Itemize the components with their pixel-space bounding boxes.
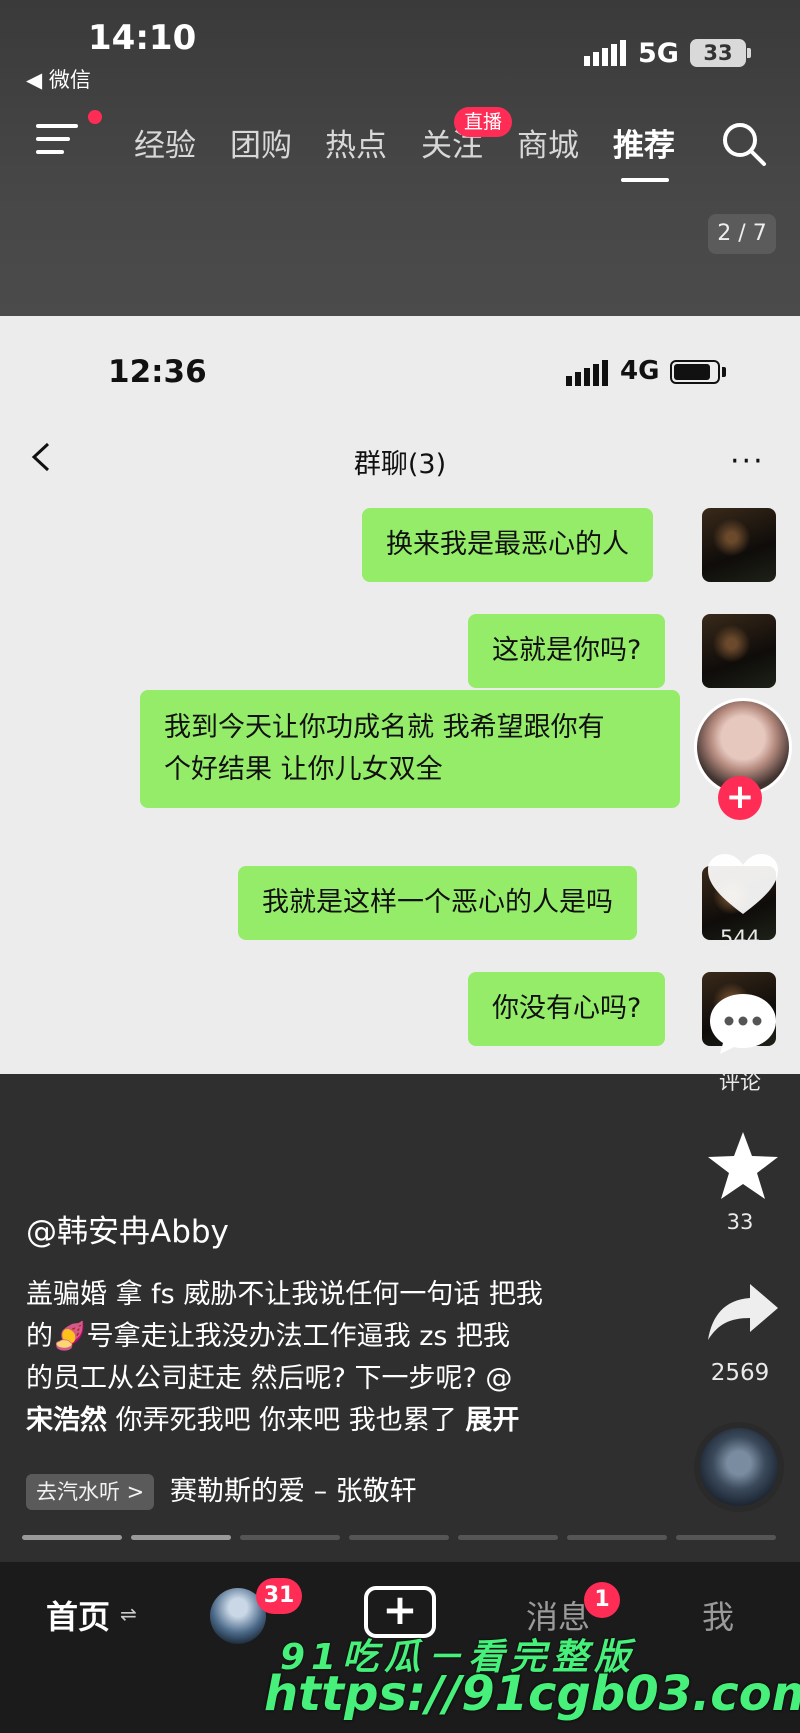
chat-screenshot: 12:36 4G 群聊(3) ··· 换来我是最恶心的人 这就是你吗? 我到今天…	[0, 316, 800, 1074]
switch-icon: ⇌	[120, 1602, 137, 1626]
status-time: 14:10	[88, 18, 197, 58]
live-badge: 直播	[454, 107, 513, 137]
tab-mall[interactable]: 商城	[517, 120, 579, 165]
like-count: 544	[719, 926, 761, 950]
notification-dot	[88, 110, 102, 124]
chat-message-line: 我到今天让你功成名就 我希望跟你有	[164, 712, 605, 743]
inner-battery-tip	[722, 367, 726, 377]
comment-label: 评论	[719, 1070, 761, 1094]
search-icon[interactable]	[720, 120, 768, 168]
description-tail: 你弄死我吧 你来吧 我也累了	[107, 1405, 466, 1436]
inner-battery-fill	[674, 364, 710, 380]
heart-icon[interactable]	[706, 852, 780, 918]
tab-hot[interactable]: 热点	[325, 120, 387, 165]
chat-message-text: 你没有心吗?	[492, 993, 642, 1024]
chat-title: 群聊(3)	[353, 449, 447, 480]
music-app-tag[interactable]: 去汽水听 >	[26, 1474, 155, 1510]
back-to-wechat-link[interactable]: ◀ 微信	[26, 64, 91, 94]
chat-message-text: 这就是你吗?	[492, 635, 642, 666]
progress-segment	[567, 1535, 667, 1540]
tab-home[interactable]: 首页	[46, 1592, 110, 1638]
menu-icon[interactable]	[36, 124, 78, 156]
progress-segment	[458, 1535, 558, 1540]
chat-message: 我就是这样一个恶心的人是吗	[238, 866, 637, 940]
signal-icon	[584, 40, 626, 66]
expand-button[interactable]: 展开	[465, 1405, 519, 1436]
chat-message: 你没有心吗?	[468, 972, 666, 1046]
mention-link[interactable]: 宋浩然	[26, 1405, 107, 1436]
post-description: 盖骗婚 拿 fs 威胁不让我说任何一句话 把我 的🍠号拿走让我没办法工作逼我 z…	[26, 1274, 616, 1442]
author-name[interactable]: @韩安冉Abby	[26, 1206, 229, 1251]
star-icon[interactable]	[706, 1130, 780, 1202]
follow-button[interactable]: +	[718, 776, 762, 820]
chat-message: 我到今天让你功成名就 我希望跟你有 个好结果 让你儿女双全	[140, 690, 680, 808]
share-count: 2569	[710, 1360, 770, 1386]
active-tab-indicator	[621, 178, 669, 182]
chat-message-text: 我就是这样一个恶心的人是吗	[262, 887, 613, 918]
description-line: 的🍠号拿走让我没办法工作逼我 zs 把我	[26, 1321, 511, 1352]
chat-message-text: 换来我是最恶心的人	[386, 529, 629, 560]
progress-segment	[22, 1535, 122, 1540]
chat-message: 换来我是最恶心的人	[362, 508, 653, 582]
progress-segment	[131, 1535, 231, 1540]
sender-avatar	[702, 508, 776, 582]
comment-icon[interactable]	[706, 990, 780, 1058]
progress-segment	[240, 1535, 340, 1540]
battery-indicator: 33	[690, 39, 746, 67]
inner-signal-icon	[566, 360, 608, 386]
sender-avatar	[702, 614, 776, 688]
friends-badge: 31	[256, 1578, 302, 1614]
tab-recommend[interactable]: 推荐	[613, 120, 675, 165]
tab-group-buy[interactable]: 团购	[230, 120, 292, 165]
chat-message-line: 个好结果 让你儿女双全	[164, 754, 443, 785]
description-line: 盖骗婚 拿 fs 威胁不让我说任何一句话 把我	[26, 1279, 543, 1310]
watermark-url: https://91cgb03.com	[264, 1666, 800, 1722]
tab-me[interactable]: 我	[702, 1592, 734, 1638]
music-title[interactable]: 赛勒斯的爱 – 张敬轩	[170, 1474, 417, 1510]
music-disc[interactable]	[694, 1422, 784, 1512]
image-page-counter: 2 / 7	[708, 214, 776, 254]
description-line: 宋浩然 你弄死我吧 你来吧 我也累了 展开	[26, 1400, 616, 1442]
chat-message: 这就是你吗?	[468, 614, 666, 688]
network-type: 5G	[638, 38, 679, 69]
favorite-count: 33	[726, 1210, 754, 1234]
messages-badge: 1	[584, 1582, 620, 1618]
inner-network-type: 4G	[620, 356, 660, 386]
share-icon[interactable]	[706, 1280, 780, 1342]
more-icon: ···	[730, 444, 765, 479]
tab-experience[interactable]: 经验	[134, 120, 196, 165]
progress-segment	[349, 1535, 449, 1540]
progress-segment	[676, 1535, 776, 1540]
battery-tip	[747, 48, 751, 58]
description-line: 的员工从公司赶走 然后呢? 下一步呢? @	[26, 1363, 513, 1394]
inner-status-time: 12:36	[108, 354, 207, 390]
